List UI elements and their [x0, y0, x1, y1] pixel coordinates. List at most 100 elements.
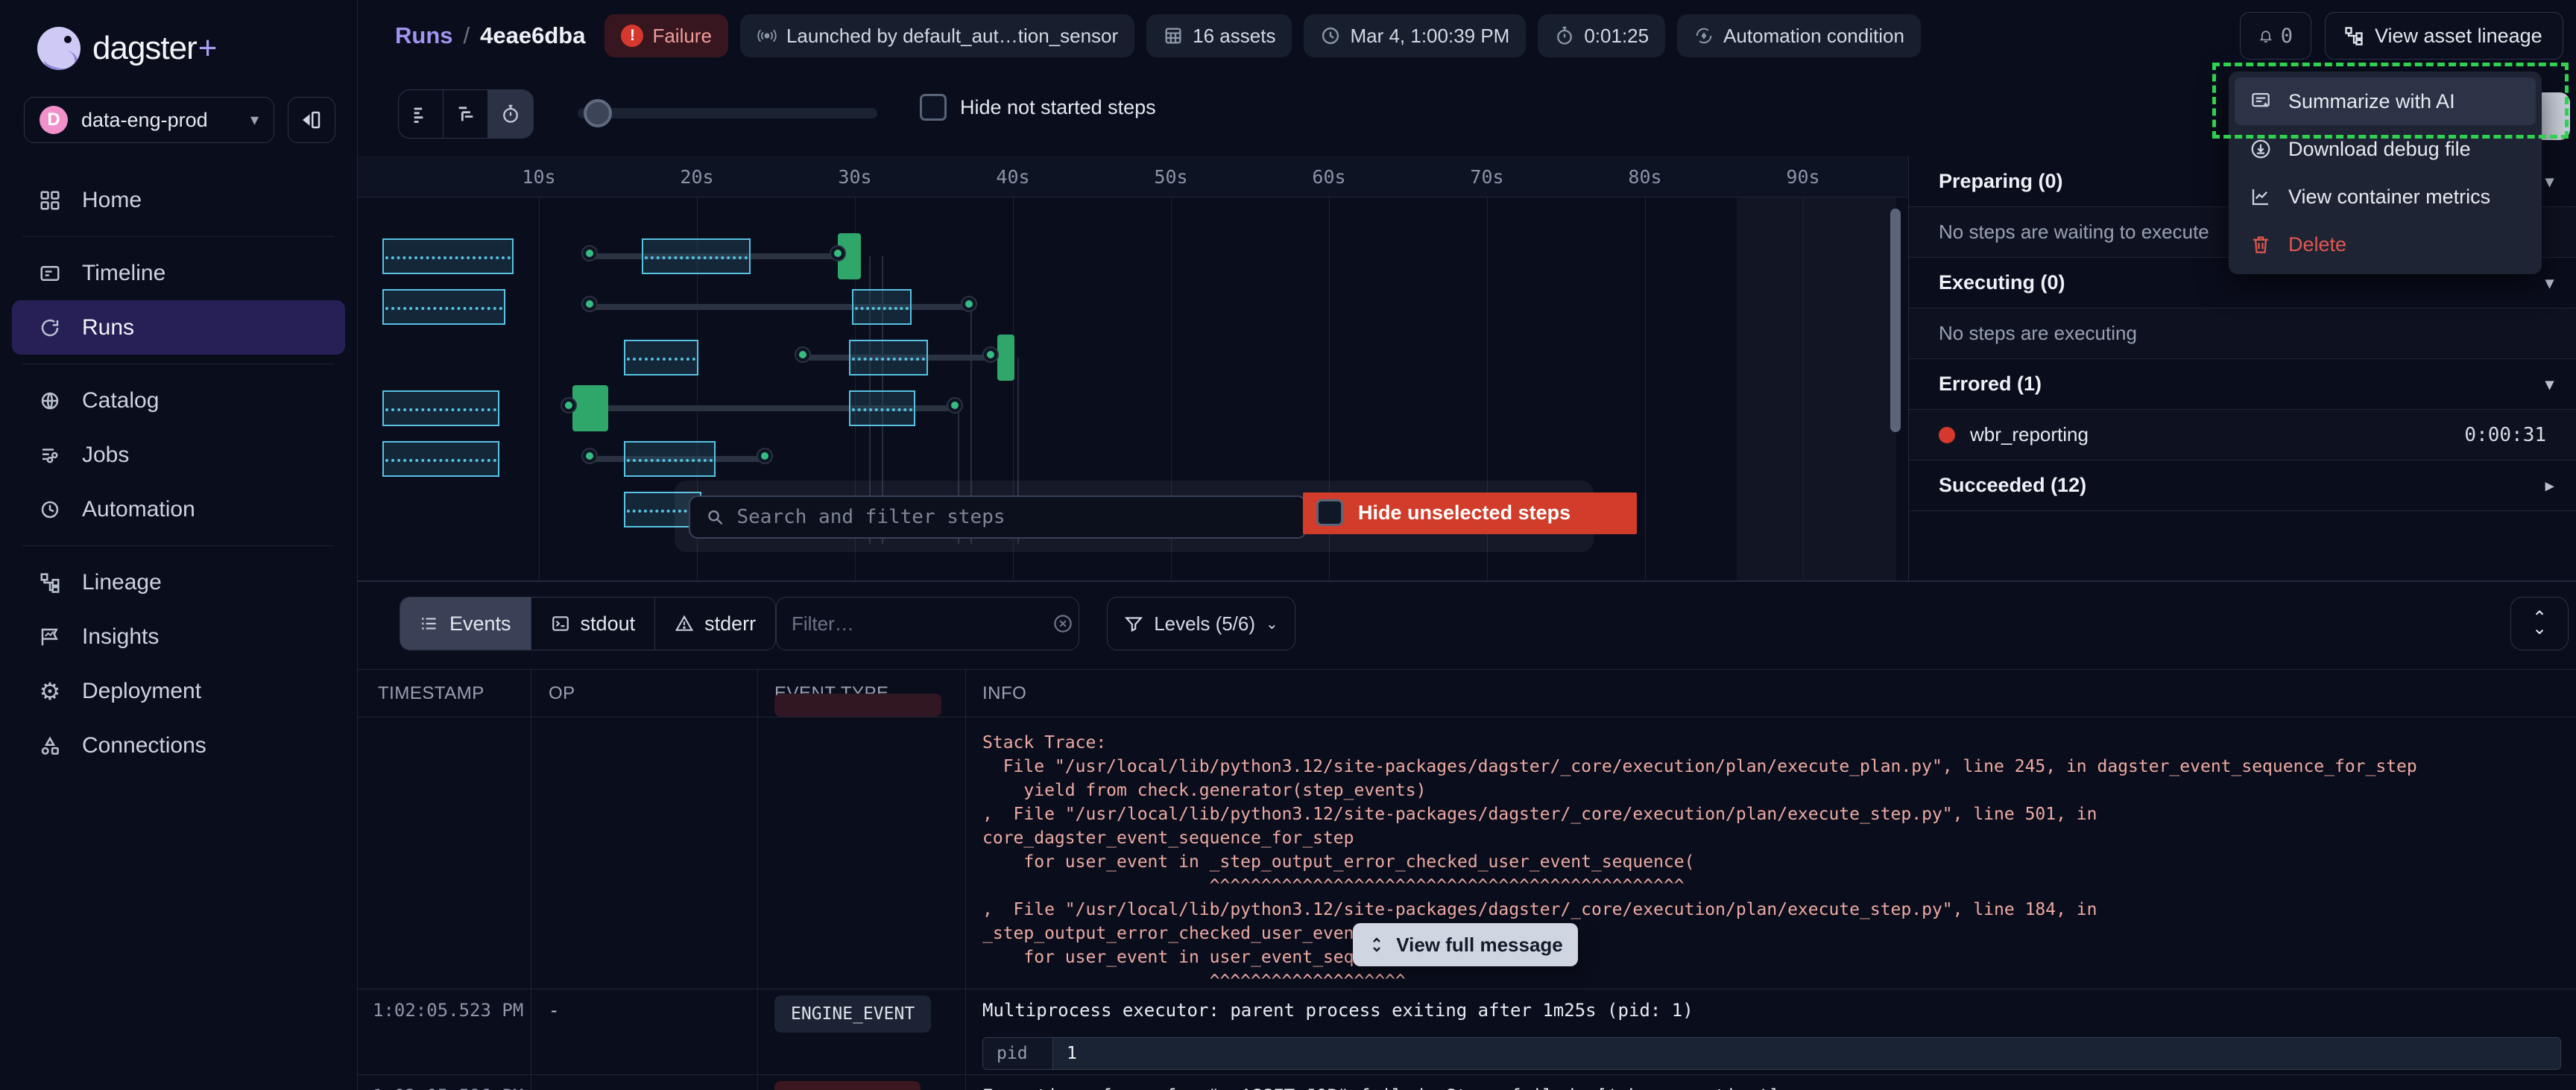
notifications-button[interactable]: 0: [2240, 12, 2311, 60]
sidebar-item-label: Runs: [82, 315, 134, 340]
gantt-scrollbar[interactable]: [1890, 209, 1901, 432]
sidebar-item-connections[interactable]: Connections: [12, 718, 345, 773]
breadcrumb: Runs / 4eae6dba: [395, 22, 585, 49]
menu-item-container-metrics[interactable]: View container metrics: [2235, 173, 2536, 221]
checkbox[interactable]: [920, 94, 947, 121]
failure-icon: !: [621, 25, 643, 47]
col-timestamp: TIMESTAMP: [378, 683, 484, 704]
levels-dropdown[interactable]: Levels (5/6) ⌄: [1107, 597, 1295, 650]
menu-item-label: Download debug file: [2288, 138, 2471, 161]
tab-events[interactable]: Events: [400, 598, 531, 650]
hide-unselected-label: Hide unselected steps: [1358, 501, 1570, 525]
clear-filter-icon[interactable]: [1052, 612, 1074, 635]
metrics-chart-icon: [2248, 186, 2273, 208]
sidebar-item-automation[interactable]: Automation: [12, 482, 345, 536]
search-icon: [705, 507, 724, 527]
assets-tag[interactable]: 16 assets: [1146, 14, 1292, 57]
automation-condition-tag[interactable]: Automation condition: [1677, 14, 1921, 57]
view-asset-lineage-button[interactable]: View asset lineage: [2325, 12, 2563, 60]
breadcrumb-separator: /: [464, 22, 470, 49]
tab-stderr[interactable]: stderr: [655, 598, 775, 650]
menu-item-download-debug[interactable]: Download debug file: [2235, 125, 2536, 173]
gantt-end-band: [1737, 197, 1896, 581]
metadata-key: pid: [983, 1038, 1053, 1069]
sidebar-item-catalog[interactable]: Catalog: [12, 373, 345, 428]
workspace-selector[interactable]: D data-eng-prod ▾: [24, 97, 274, 143]
gantt-step-pending[interactable]: [849, 390, 915, 426]
caret-down-icon[interactable]: ▾: [2545, 172, 2554, 191]
gantt-step-pending[interactable]: [849, 340, 928, 376]
gantt-step-pending[interactable]: [382, 289, 505, 325]
sidebar-item-lineage[interactable]: Lineage: [12, 555, 345, 609]
sidebar-item-insights[interactable]: Insights: [12, 609, 345, 664]
gantt-chart[interactable]: 10s20s30s40s50s60s70s80s90s Hide unselec…: [358, 156, 1908, 581]
duration-tag[interactable]: 0:01:25: [1538, 14, 1665, 57]
menu-item-summarize-ai[interactable]: Summarize with AI: [2235, 77, 2536, 125]
caret-down-icon[interactable]: ▾: [2545, 273, 2554, 293]
gantt-zoom-slider[interactable]: [578, 108, 877, 118]
step-search-input[interactable]: [736, 506, 1290, 528]
gantt-connector-dot: [583, 297, 596, 311]
breadcrumb-runs-link[interactable]: Runs: [395, 22, 453, 49]
datetime-tag[interactable]: Mar 4, 1:00:39 PM: [1304, 14, 1526, 57]
section-succeeded[interactable]: Succeeded (12) ▸: [1909, 460, 2576, 511]
gantt-step-pending[interactable]: [624, 340, 698, 376]
slider-handle[interactable]: [584, 99, 612, 127]
view-full-message-button[interactable]: View full message: [1353, 923, 1578, 966]
events-list-icon: [420, 614, 439, 633]
scrolled-badge-partial: [774, 694, 941, 717]
log-filter-box[interactable]: [776, 597, 1079, 650]
sidebar-item-timeline[interactable]: Timeline: [12, 246, 345, 300]
empty-message: No steps are waiting to execute: [1939, 221, 2209, 244]
timed-view-button[interactable]: [488, 90, 533, 138]
gantt-axis-tick: 40s: [996, 166, 1029, 188]
event-row-run-failure[interactable]: 1:02:05.596 PM - RUN_FAILURE Execution o…: [358, 1075, 2576, 1090]
status-badge[interactable]: ! Failure: [604, 14, 727, 57]
gantt-step-pending[interactable]: [624, 441, 716, 477]
step-search-box[interactable]: [689, 495, 1307, 539]
log-tabs: Events stdout stderr: [400, 597, 776, 650]
gantt-step-success[interactable]: [997, 335, 1014, 381]
caret-right-icon[interactable]: ▸: [2545, 476, 2554, 495]
gantt-step-pending[interactable]: [382, 238, 514, 274]
hide-not-started-checkbox[interactable]: Hide not started steps: [920, 94, 1156, 121]
step-name: wbr_reporting: [1970, 423, 2089, 446]
flat-view-button[interactable]: [399, 90, 443, 138]
tab-stdout[interactable]: stdout: [531, 598, 656, 650]
insights-icon: [37, 624, 63, 650]
hide-unselected-checkbox[interactable]: Hide unselected steps: [1316, 499, 1570, 526]
tab-label: stderr: [704, 612, 756, 636]
gantt-step-pending[interactable]: [382, 441, 499, 477]
dagster-run-page: dagster+ D data-eng-prod ▾ Home Timeline: [0, 0, 2576, 1090]
view-asset-lineage-label: View asset lineage: [2375, 25, 2542, 48]
gantt-time-axis: 10s20s30s40s50s60s70s80s90s: [358, 156, 1908, 197]
gantt-connector-dot: [796, 348, 809, 361]
caret-down-icon[interactable]: ▾: [2545, 375, 2554, 394]
unfold-icon: [1368, 936, 1386, 954]
gantt-step-success[interactable]: [572, 385, 609, 431]
sidebar-item-home[interactable]: Home: [12, 173, 345, 227]
expand-log-panel-button[interactable]: ⌃ ⌄: [2510, 597, 2569, 650]
errored-step-row[interactable]: wbr_reporting 0:00:31: [1909, 410, 2576, 460]
gantt-step-pending[interactable]: [852, 289, 912, 325]
gantt-step-pending[interactable]: [382, 390, 499, 426]
logo[interactable]: dagster+: [0, 0, 357, 70]
sidebar-item-jobs[interactable]: Jobs: [12, 428, 345, 482]
sidebar: dagster+ D data-eng-prod ▾ Home Timeline: [0, 0, 358, 1090]
automation-condition-icon: [1693, 25, 1714, 46]
waterfall-view-button[interactable]: [443, 90, 488, 138]
gantt-step-pending[interactable]: [642, 238, 751, 274]
sidebar-item-deployment[interactable]: ⚙ Deployment: [12, 664, 345, 718]
sidebar-item-runs[interactable]: Runs: [12, 300, 345, 355]
launched-by-tag[interactable]: Launched by default_aut…tion_sensor: [740, 14, 1134, 57]
collapse-sidebar-button[interactable]: [288, 97, 335, 143]
divider: [22, 545, 335, 546]
event-row-engine-event[interactable]: 1:02:05.523 PM - ENGINE_EVENT Multiproce…: [358, 989, 2576, 1075]
menu-item-delete[interactable]: Delete: [2235, 221, 2536, 268]
section-errored[interactable]: Errored (1) ▾: [1909, 359, 2576, 410]
checkbox[interactable]: [1316, 499, 1343, 526]
bell-icon: [2258, 25, 2273, 46]
log-filter-input[interactable]: [792, 612, 1041, 636]
run-header: Runs / 4eae6dba ! Failure Launched by de…: [358, 0, 2576, 72]
section-title: Succeeded (12): [1939, 474, 2086, 497]
